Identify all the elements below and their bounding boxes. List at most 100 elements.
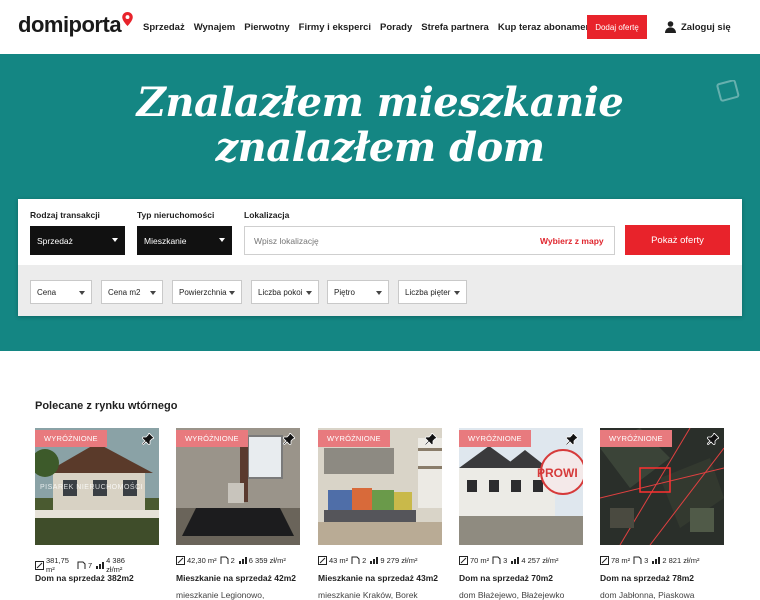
nav-item-pierwotny[interactable]: Pierwotny [244, 22, 289, 33]
listing-rooms: 3 [633, 556, 648, 565]
choose-from-map-link[interactable]: Wybierz z mapy [540, 236, 604, 246]
pushpin-icon[interactable] [566, 433, 578, 445]
nav-item-firmy[interactable]: Firmy i eksperci [299, 22, 371, 33]
listing-area-value: 43 m² [329, 556, 349, 565]
listing-area: 70 m² [459, 556, 489, 565]
listing-photo[interactable]: PROWI WYRÓŻNIONE [459, 428, 583, 545]
login-label: Zaloguj się [681, 21, 731, 33]
listing-card[interactable]: WYRÓŻNIONE 42,30 m² 2 6 359 zł/m² Mieszk… [176, 428, 300, 600]
transaction-select[interactable]: Sprzedaż [30, 226, 125, 255]
pushpin-icon[interactable] [707, 433, 719, 445]
filter-price[interactable]: Cena [30, 280, 92, 304]
price-chart-icon [96, 561, 105, 569]
transaction-value: Sprzedaż [37, 235, 73, 246]
listing-area-value: 381,75 m² [46, 556, 69, 574]
featured-badge: WYRÓŻNIONE [318, 430, 390, 447]
listing-stats: 70 m² 3 4 257 zł/m² [459, 556, 599, 565]
hero-headline-line2: znalazłem dom [215, 124, 545, 171]
hero-headline-line1: Znalazłem mieszkanie [136, 79, 624, 126]
filter-area[interactable]: Powierzchnia [172, 280, 242, 304]
listing-area-value: 78 m² [611, 556, 631, 565]
listing-title[interactable]: Dom na sprzedaż 78m2 [600, 573, 750, 583]
pushpin-icon[interactable] [283, 433, 295, 445]
property-type-value: Mieszkanie [144, 235, 187, 246]
login-button[interactable]: Zaloguj się [665, 21, 731, 33]
show-offers-button[interactable]: Pokaż oferty [625, 225, 730, 255]
listing-photo[interactable]: WYRÓŻNIONE [176, 428, 300, 545]
listing-area: 42,30 m² [176, 556, 217, 565]
nav-item-strefa-partnera[interactable]: Strefa partnera [421, 22, 489, 33]
listing-title[interactable]: Mieszkanie na sprzedaż 42m2 [176, 573, 326, 583]
logo-text: domiporta [18, 12, 122, 37]
location-pin-icon [122, 12, 133, 26]
area-icon [35, 560, 44, 570]
pushpin-icon[interactable] [142, 433, 154, 445]
filter-label: Powierzchnia [179, 287, 227, 297]
featured-badge: WYRÓŻNIONE [600, 430, 672, 447]
pushpin-icon[interactable] [425, 433, 437, 445]
listing-title[interactable]: Dom na sprzedaż 70m2 [459, 573, 609, 583]
listing-card[interactable]: WYRÓŻNIONE 78 m² 3 2 821 zł/m² Dom na sp… [600, 428, 724, 600]
chevron-down-icon [376, 291, 382, 295]
listing-price-per-m2: 4 257 zł/m² [510, 556, 558, 565]
listing-area: 78 m² [600, 556, 630, 565]
listing-location: mieszkanie Kraków, Borek [318, 590, 418, 600]
logo[interactable]: domiporta [18, 12, 133, 37]
search-panel: Rodzaj transakcji Sprzedaż Typ nieruchom… [18, 199, 742, 316]
door-icon [351, 556, 360, 564]
photo-watermark: PROWI [537, 466, 578, 480]
listing-photo[interactable]: WYRÓŻNIONE [600, 428, 724, 545]
door-icon [77, 561, 86, 569]
listing-rooms-value: 3 [644, 556, 649, 565]
chevron-down-icon [219, 238, 225, 242]
listing-area-value: 42,30 m² [187, 556, 217, 565]
listing-stats: 381,75 m² 7 4 386 zł/m² [35, 556, 175, 574]
filter-label: Liczba pokoi [258, 287, 303, 297]
hero-headline: Znalazłem mieszkanie znalazłem dom [0, 80, 760, 170]
main-nav: Sprzedaż Wynajem Pierwotny Firmy i ekspe… [143, 22, 594, 33]
listing-card[interactable]: WYRÓŻNIONE 43 m² 2 9 279 zł/m² Mieszkani… [318, 428, 442, 600]
listing-title[interactable]: Mieszkanie na sprzedaż 43m2 [318, 573, 468, 583]
listing-rooms-value: 2 [362, 556, 367, 565]
listing-card[interactable]: WYRÓŻNIONE PISAREK NIERUCHOMOŚCI 381,75 … [35, 428, 159, 600]
chevron-down-icon [150, 291, 156, 295]
listing-rooms: 2 [351, 556, 366, 565]
property-type-label: Typ nieruchomości [137, 210, 215, 220]
listing-price-per-m2: 6 359 zł/m² [238, 556, 286, 565]
listing-stats: 43 m² 2 9 279 zł/m² [318, 556, 458, 565]
listing-card[interactable]: PROWI WYRÓŻNIONE 70 m² 3 4 257 zł/m² Dom… [459, 428, 583, 600]
chevron-down-icon [454, 291, 460, 295]
filter-label: Piętro [334, 287, 355, 297]
nav-item-sprzedaz[interactable]: Sprzedaż [143, 22, 185, 33]
filter-price-per-m2[interactable]: Cena m2 [101, 280, 163, 304]
price-chart-icon [370, 557, 379, 564]
add-offer-button[interactable]: Dodaj ofertę [587, 15, 647, 39]
property-type-select[interactable]: Mieszkanie [137, 226, 232, 255]
nav-item-abonament[interactable]: Kup teraz abonament [498, 22, 595, 33]
listing-area: 43 m² [318, 556, 348, 565]
listing-price-per-m2: 9 279 zł/m² [369, 556, 417, 565]
listing-title[interactable]: Dom na sprzedaż 382m2 [35, 573, 185, 583]
nav-item-porady[interactable]: Porady [380, 22, 412, 33]
nav-item-wynajem[interactable]: Wynajem [194, 22, 236, 33]
site-header: domiporta Sprzedaż Wynajem Pierwotny Fir… [0, 0, 760, 54]
listing-rooms: 7 [77, 561, 92, 570]
listing-photo[interactable]: WYRÓŻNIONE PISAREK NIERUCHOMOŚCI [35, 428, 159, 545]
chevron-down-icon [79, 291, 85, 295]
door-icon [492, 556, 501, 564]
photo-watermark: PISAREK NIERUCHOMOŚCI [40, 484, 144, 491]
area-icon [600, 556, 609, 565]
listing-stats: 42,30 m² 2 6 359 zł/m² [176, 556, 316, 565]
listing-price-value: 2 821 zł/m² [662, 556, 700, 565]
listing-location: dom Błażejewo, Błażejewko [459, 590, 565, 600]
listing-location: mieszkanie Legionowo, [176, 590, 265, 600]
featured-badge: WYRÓŻNIONE [459, 430, 531, 447]
filter-floor[interactable]: Piętro [327, 280, 389, 304]
listing-price-per-m2: 2 821 zł/m² [651, 556, 699, 565]
filter-floors-count[interactable]: Liczba pięter [398, 280, 467, 304]
listing-photo[interactable]: WYRÓŻNIONE [318, 428, 442, 545]
location-label: Lokalizacja [244, 210, 290, 220]
area-icon [459, 556, 468, 565]
listing-rooms: 2 [220, 556, 235, 565]
filter-rooms[interactable]: Liczba pokoi [251, 280, 319, 304]
